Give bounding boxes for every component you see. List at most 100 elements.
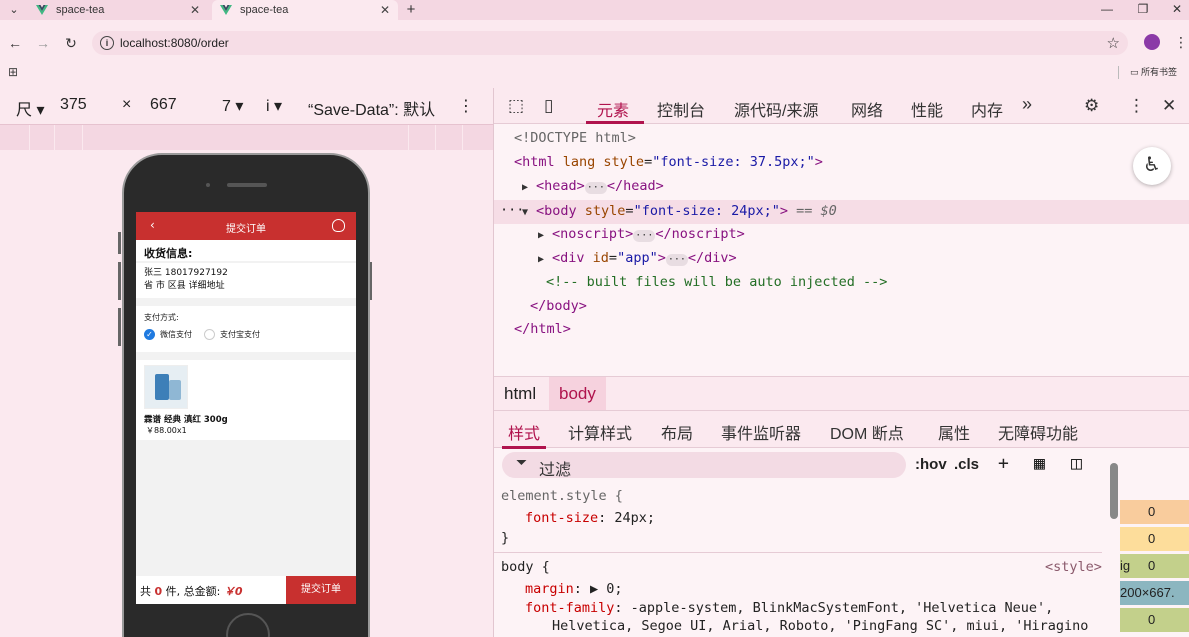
browser-tab-1[interactable]: space-tea ✕ [28,0,208,20]
tab-accessibility[interactable]: 无障碍功能 [998,420,1078,444]
alipay-label[interactable]: 支付宝支付 [220,329,260,340]
tab-elements[interactable]: 元素 [597,97,629,121]
settings-gear-icon[interactable]: ⚙ [1084,96,1099,116]
accessibility-icon[interactable]: ♿ [1133,147,1171,185]
media-query-ruler[interactable] [0,124,493,151]
box-model-margin-row[interactable]: 0 [1120,500,1189,524]
devtools-menu-icon[interactable]: ⋮ [1128,96,1145,116]
reload-icon[interactable]: ↻ [62,34,80,52]
profile-avatar[interactable] [1144,34,1160,50]
tab-computed[interactable]: 计算样式 [568,420,632,444]
ruler-segment[interactable] [409,125,436,151]
collapsed-ellipsis[interactable]: ··· [665,254,688,266]
throttle-dropdown[interactable]: i ▾ [266,96,282,116]
device-height-input[interactable]: 667 [150,96,177,114]
new-rule-plus-icon[interactable]: + [998,453,1009,474]
restore-icon[interactable]: ❐ [1126,0,1160,20]
device-width-input[interactable]: 375 [60,96,87,114]
back-arrow-icon[interactable]: ← [6,34,24,52]
breadcrumb-body[interactable]: body [549,377,606,411]
collapsed-ellipsis[interactable]: ··· [633,230,656,242]
styles-scroll-thumb[interactable] [1110,463,1118,519]
tab-memory[interactable]: 内存 [971,97,1003,121]
product-item[interactable]: 霖谱 经典 滇红 300g ￥88.00x1 [136,360,356,440]
font-family-declaration[interactable]: font-family: -apple-system, BlinkMacSyst… [525,600,1053,616]
dom-comment-node[interactable]: <!-- built files will be auto injected -… [546,274,887,290]
element-style-selector[interactable]: element.style { [501,488,623,504]
site-info-icon[interactable]: i [100,36,114,50]
wechat-pay-radio[interactable]: ✓ [144,329,155,340]
device-toolbar-more-icon[interactable]: ⋮ [458,96,474,116]
submit-order-button[interactable]: 提交订单 [286,576,356,604]
box-model-padding-bottom-row[interactable]: 0 [1120,608,1189,632]
dom-html-node[interactable]: <html lang style="font-size: 37.5px;"> [514,154,823,170]
box-model-border-row[interactable]: 0 [1120,527,1189,551]
collapse-arrow-icon[interactable]: ▼ [522,207,536,218]
browser-menu-icon[interactable]: ⋮ [1174,34,1188,51]
tab-close-icon[interactable]: ✕ [188,3,202,17]
inspect-element-icon[interactable]: ⬚ [508,96,524,116]
breadcrumb-html[interactable]: html [494,377,546,411]
save-data-dropdown[interactable]: “Save-Data”: 默认 [308,96,440,120]
element-style-declaration[interactable]: font-size: 24px; [525,510,655,526]
new-tab-button[interactable]: + [402,0,420,20]
all-bookmarks-button[interactable]: ▭ 所有书签 [1130,65,1177,78]
dom-head-node[interactable]: ▶ <head> ··· </head> [522,178,664,194]
box-model-content-row[interactable]: 200×667. [1120,581,1189,605]
collapsed-ellipsis[interactable]: ··· [584,182,607,194]
ruler-segment[interactable] [0,125,30,151]
tab-sources[interactable]: 源代码/来源 [734,97,818,121]
expand-arrow-icon[interactable]: ▶ [538,230,552,241]
wechat-pay-label[interactable]: 微信支付 [160,329,192,340]
box-model-padding-row[interactable]: ig 0 [1120,554,1189,578]
address-section[interactable]: 收货信息: [136,240,356,261]
expand-arrow-icon[interactable]: ▶ [522,182,536,193]
styles-filter-input[interactable]: ⏷ 过滤 [502,452,906,479]
dom-doctype[interactable]: <!DOCTYPE html> [514,130,636,146]
ruler-segment[interactable] [30,125,55,151]
margin-declaration[interactable]: margin: ▶ 0; [525,581,623,597]
browser-tab-2[interactable]: space-tea ✕ [212,0,398,20]
tab-dom-breakpoints[interactable]: DOM 断点 [830,420,904,444]
paint-brush-icon[interactable]: ▦ [1034,453,1045,474]
expand-arrow-icon[interactable]: ▶ [538,254,552,265]
alipay-radio[interactable] [204,329,215,340]
tab-styles[interactable]: 样式 [508,420,540,444]
tab-search-chevron-icon[interactable]: ⌄ [6,2,22,18]
tab-properties[interactable]: 属性 [938,420,970,444]
forward-arrow-icon[interactable]: → [34,34,52,52]
dom-div-app-node[interactable]: ▶ <div id="app"> ··· </div> [538,250,737,266]
tab-performance[interactable]: 性能 [911,97,943,121]
more-tabs-icon[interactable]: » [1022,94,1032,115]
tab-network[interactable]: 网络 [851,97,883,121]
tab-console[interactable]: 控制台 [657,97,705,121]
dimensions-dropdown[interactable]: 尺 ▾ [16,96,45,120]
dom-body-node[interactable]: ··· ▼ <body style="font-size: 24px;"> == … [494,200,1189,224]
zoom-dropdown[interactable]: 7 ▾ [222,96,243,116]
style-source-link[interactable]: <style> [1045,559,1102,575]
window-close-icon[interactable]: ✕ [1160,0,1189,20]
dom-body-close[interactable]: </body> [530,298,587,314]
url-text[interactable]: localhost:8080/order [120,36,229,50]
node-actions-ellipsis[interactable]: ··· [500,202,524,218]
toggle-sidebar-icon[interactable]: ◫ [1071,453,1082,474]
ruler-segment[interactable] [436,125,463,151]
hov-toggle[interactable]: :hov [915,456,947,473]
minimize-icon[interactable]: — [1090,0,1124,20]
ruler-segment[interactable] [55,125,83,151]
address-bar[interactable]: i localhost:8080/order ☆ [92,31,1128,55]
dom-noscript-node[interactable]: ▶ <noscript> ··· </noscript> [538,226,745,242]
apps-grid-icon[interactable]: ⊞ [8,65,18,79]
cls-toggle[interactable]: .cls [954,456,979,473]
dom-html-close[interactable]: </html> [514,321,571,337]
address-card[interactable]: 张三 18017927192 省 市 区县 详细地址 [136,263,356,298]
ruler-segment[interactable] [83,125,409,151]
headset-icon[interactable] [332,219,345,232]
tab-layout[interactable]: 布局 [661,420,693,444]
tab-event-listeners[interactable]: 事件监听器 [721,420,801,444]
devtools-close-icon[interactable]: ✕ [1162,96,1176,116]
device-toggle-icon[interactable]: ▯ [544,96,553,116]
tab-close-icon[interactable]: ✕ [378,3,392,17]
body-rule-selector[interactable]: body { [501,559,550,575]
bookmark-star-icon[interactable]: ☆ [1107,34,1120,52]
